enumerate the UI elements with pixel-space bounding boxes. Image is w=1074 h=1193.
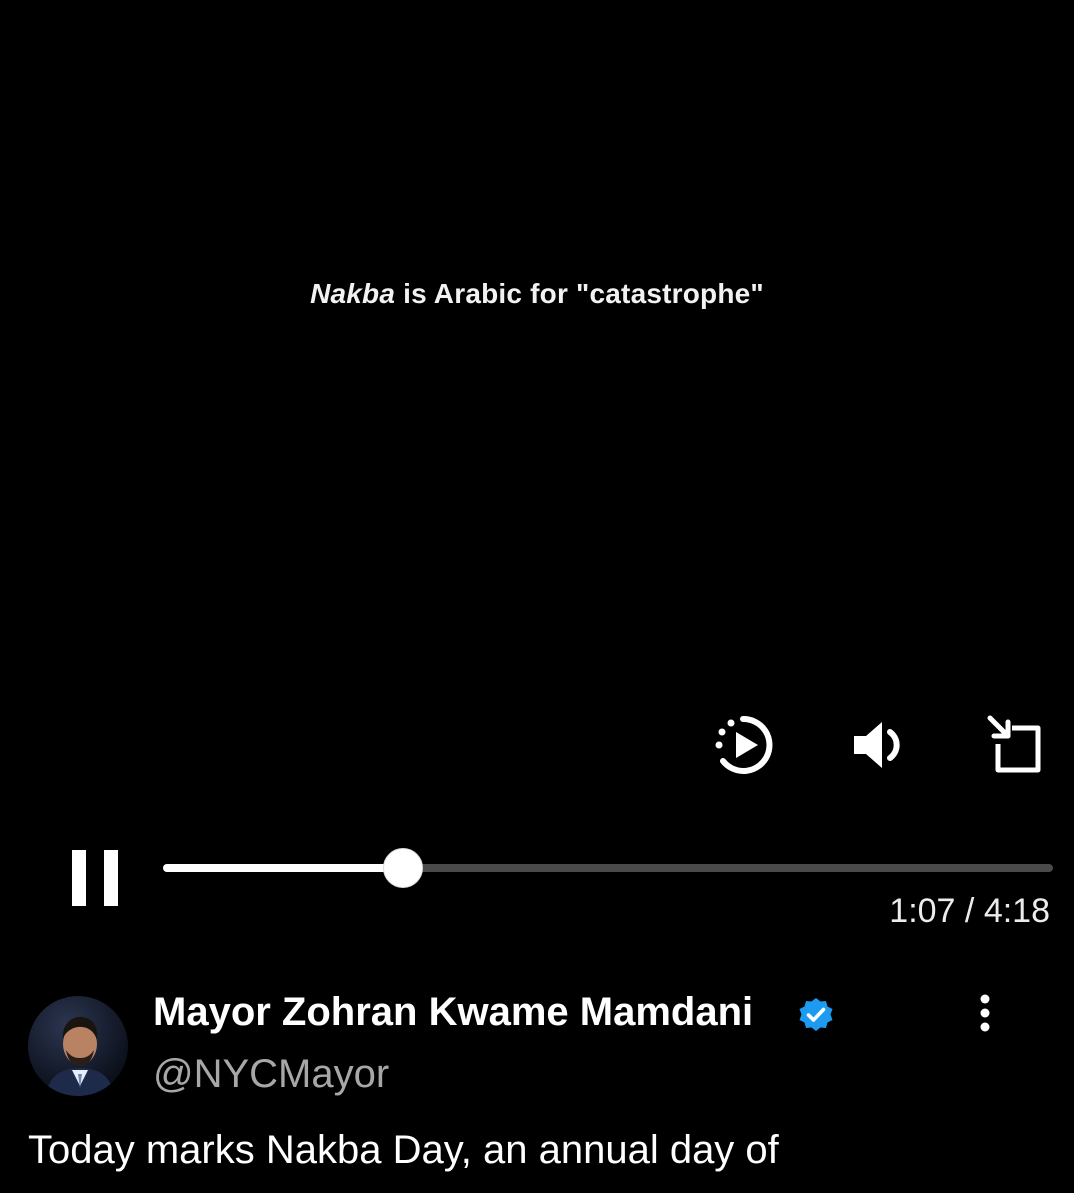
video-caption: Nakba is Arabic for "catastrophe" <box>0 278 1074 310</box>
caption-text: is Arabic for "catastrophe" <box>395 278 764 309</box>
seek-progress <box>163 864 404 872</box>
time-display: 1:07 / 4:18 <box>889 892 1050 931</box>
more-options-icon[interactable] <box>970 994 1000 1034</box>
post-text: Today marks Nakba Day, an annual day of <box>28 1128 779 1172</box>
author-handle[interactable]: @NYCMayor <box>153 1052 389 1097</box>
duration: 4:18 <box>983 892 1050 930</box>
avatar[interactable] <box>28 996 128 1096</box>
current-time: 1:07 <box>889 892 956 930</box>
caption-italic-word: Nakba <box>310 278 396 309</box>
seek-thumb[interactable] <box>383 848 424 888</box>
pause-icon[interactable] <box>72 850 120 908</box>
time-separator: / <box>955 892 984 930</box>
autoplay-icon[interactable] <box>711 713 775 777</box>
volume-icon[interactable] <box>850 716 908 774</box>
exit-fullscreen-icon[interactable] <box>984 714 1046 776</box>
verified-badge-icon <box>799 998 833 1031</box>
avatar-image <box>46 1016 114 1096</box>
author-name[interactable]: Mayor Zohran Kwame Mamdani <box>153 990 753 1035</box>
video-player[interactable]: Nakba is Arabic for "catastrophe" 1:07 /… <box>0 0 1074 960</box>
seek-bar[interactable] <box>163 848 1053 888</box>
